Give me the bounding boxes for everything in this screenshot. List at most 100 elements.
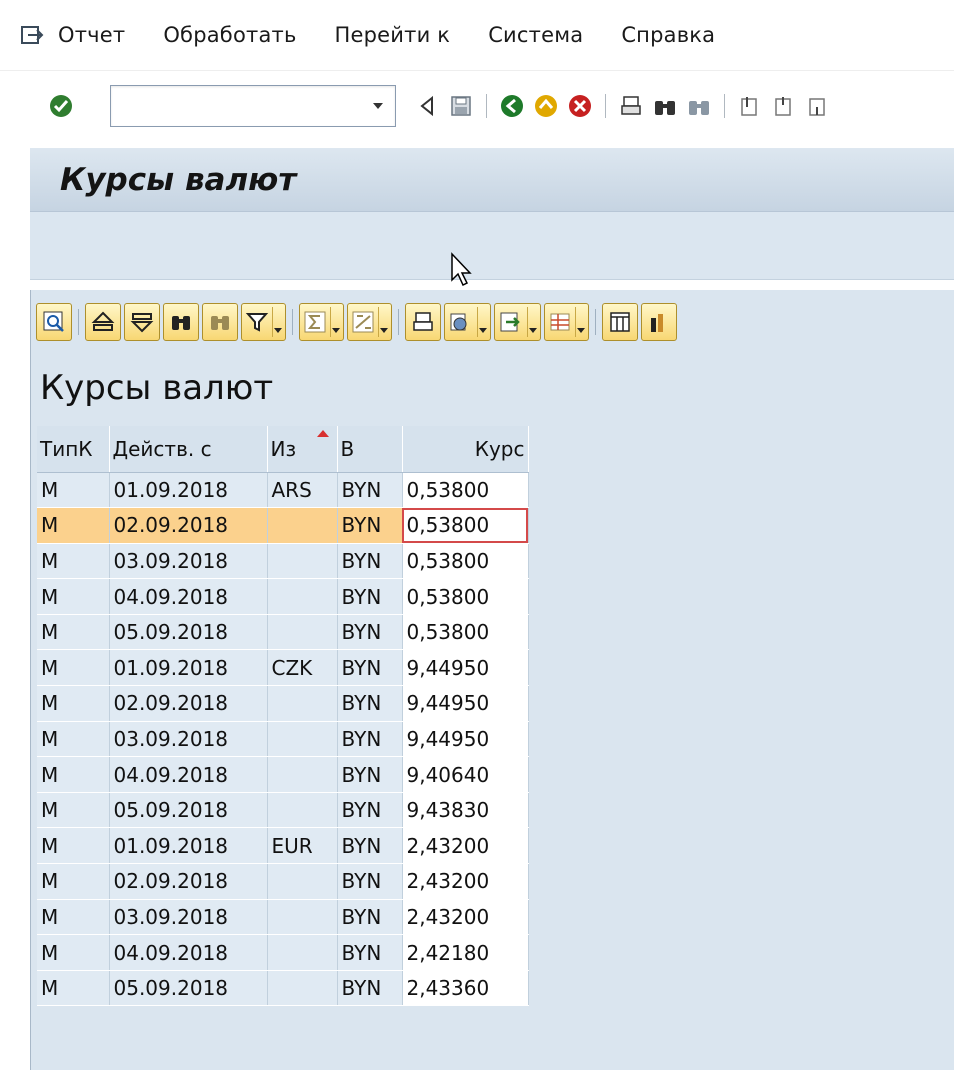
columns-button[interactable] (602, 303, 638, 341)
cell-date[interactable]: 03.09.2018 (109, 543, 268, 580)
column-header-v[interactable]: В (337, 426, 403, 473)
cell-iz[interactable]: ARS (267, 472, 338, 509)
graphic-button[interactable] (641, 303, 677, 341)
cell-tip[interactable]: M (37, 721, 110, 758)
table-row[interactable]: M 02.09.2018 BYN 2,43200 (37, 863, 529, 900)
table-row[interactable]: M 04.09.2018 BYN 0,53800 (37, 578, 529, 615)
cell-tip[interactable]: M (37, 649, 110, 687)
print-icon[interactable] (618, 93, 644, 119)
cell-tip[interactable]: M (37, 578, 110, 615)
cell-date[interactable]: 02.09.2018 (109, 685, 268, 722)
cell-iz[interactable]: EUR (267, 827, 338, 865)
cell-date[interactable]: 03.09.2018 (109, 721, 268, 758)
cell-iz[interactable] (267, 756, 338, 793)
chevron-down-icon[interactable] (527, 307, 537, 337)
cell-v[interactable]: BYN (337, 578, 403, 615)
sort-descending-button[interactable] (124, 303, 160, 341)
export-button[interactable] (494, 303, 541, 341)
chevron-down-icon[interactable] (371, 101, 385, 111)
cell-date[interactable]: 05.09.2018 (109, 970, 268, 1007)
cell-tip[interactable]: M (37, 827, 110, 865)
cell-tip[interactable]: M (37, 970, 110, 1007)
cell-tip[interactable]: M (37, 472, 110, 509)
cell-iz[interactable] (267, 543, 338, 580)
cell-kurs[interactable]: 2,42180 (402, 934, 529, 971)
table-row[interactable]: M 05.09.2018 BYN 0,53800 (37, 614, 529, 651)
cell-v[interactable]: BYN (337, 472, 403, 509)
table-row[interactable]: M 01.09.2018 EUR BYN 2,43200 (37, 827, 529, 865)
cell-v[interactable]: BYN (337, 899, 403, 936)
column-header-tip[interactable]: ТипК (37, 426, 110, 473)
cell-kurs[interactable]: 9,40640 (402, 756, 529, 793)
cell-iz[interactable] (267, 721, 338, 758)
cell-date[interactable]: 02.09.2018 (109, 507, 268, 544)
cell-iz[interactable] (267, 863, 338, 900)
chevron-down-icon[interactable] (330, 307, 340, 337)
find-icon[interactable] (652, 93, 678, 119)
cell-kurs[interactable]: 0,53800 (402, 543, 529, 580)
cell-date[interactable]: 04.09.2018 (109, 756, 268, 793)
menu-otchet[interactable]: Отчет (58, 23, 125, 47)
back-arrow-icon[interactable] (414, 93, 440, 119)
cell-date[interactable]: 04.09.2018 (109, 934, 268, 971)
cell-v[interactable]: BYN (337, 685, 403, 722)
cell-kurs[interactable]: 9,44950 (402, 721, 529, 758)
cell-iz[interactable] (267, 614, 338, 651)
exit-menu-icon[interactable] (18, 21, 46, 49)
cell-kurs[interactable]: 2,43200 (402, 863, 529, 900)
save-icon[interactable] (448, 93, 474, 119)
cell-v[interactable]: BYN (337, 863, 403, 900)
table-row[interactable]: M 03.09.2018 BYN 0,53800 (37, 543, 529, 580)
chevron-down-icon[interactable] (378, 307, 388, 337)
cell-iz[interactable] (267, 578, 338, 615)
cell-kurs[interactable]: 9,44950 (402, 685, 529, 722)
back-green-icon[interactable] (499, 93, 525, 119)
cell-date[interactable]: 05.09.2018 (109, 792, 268, 829)
cancel-red-icon[interactable] (567, 93, 593, 119)
exit-yellow-icon[interactable] (533, 93, 559, 119)
cell-tip[interactable]: M (37, 792, 110, 829)
cell-v[interactable]: BYN (337, 792, 403, 829)
table-row[interactable]: M 04.09.2018 BYN 2,42180 (37, 934, 529, 971)
total-button[interactable] (299, 303, 344, 341)
subtotal-button[interactable] (347, 303, 392, 341)
cell-v[interactable]: BYN (337, 721, 403, 758)
menu-spravka[interactable]: Справка (621, 23, 715, 47)
cell-tip[interactable]: M (37, 543, 110, 580)
alv-find-next-button[interactable] (202, 303, 238, 341)
cell-tip[interactable]: M (37, 614, 110, 651)
table-row[interactable]: M 03.09.2018 BYN 9,44950 (37, 721, 529, 758)
cell-kurs[interactable]: 9,43830 (402, 792, 529, 829)
cell-tip[interactable]: M (37, 899, 110, 936)
cell-tip[interactable]: M (37, 863, 110, 900)
cell-iz[interactable] (267, 934, 338, 971)
table-row[interactable]: M 01.09.2018 CZK BYN 9,44950 (37, 649, 529, 687)
cell-kurs[interactable]: 0,53800 (402, 507, 529, 544)
cell-date[interactable]: 04.09.2018 (109, 578, 268, 615)
menu-pereyti[interactable]: Перейти к (335, 23, 451, 47)
cell-kurs[interactable]: 0,53800 (402, 472, 529, 509)
chevron-down-icon[interactable] (477, 307, 487, 337)
previous-page-icon[interactable] (771, 93, 797, 119)
cell-v[interactable]: BYN (337, 827, 403, 865)
cell-kurs[interactable]: 0,53800 (402, 578, 529, 615)
menu-sistema[interactable]: Система (488, 23, 583, 47)
column-header-kurs[interactable]: Курс (402, 426, 529, 473)
cell-v[interactable]: BYN (337, 934, 403, 971)
column-header-date[interactable]: Действ. с (109, 426, 268, 473)
table-row[interactable]: M 02.09.2018 BYN 0,53800 (37, 507, 529, 544)
menu-obrabotat[interactable]: Обработать (163, 23, 296, 47)
chevron-down-icon[interactable] (272, 307, 282, 337)
cell-kurs[interactable]: 2,43200 (402, 899, 529, 936)
cell-kurs[interactable]: 2,43360 (402, 970, 529, 1007)
column-header-iz[interactable]: Из (267, 426, 338, 473)
cell-iz[interactable] (267, 792, 338, 829)
filter-button[interactable] (241, 303, 286, 341)
next-page-icon[interactable] (805, 93, 831, 119)
command-field[interactable] (110, 84, 396, 127)
cell-date[interactable]: 02.09.2018 (109, 863, 268, 900)
cell-iz[interactable] (267, 970, 338, 1007)
cell-v[interactable]: BYN (337, 970, 403, 1007)
enter-check-icon[interactable] (48, 93, 74, 119)
cell-v[interactable]: BYN (337, 756, 403, 793)
